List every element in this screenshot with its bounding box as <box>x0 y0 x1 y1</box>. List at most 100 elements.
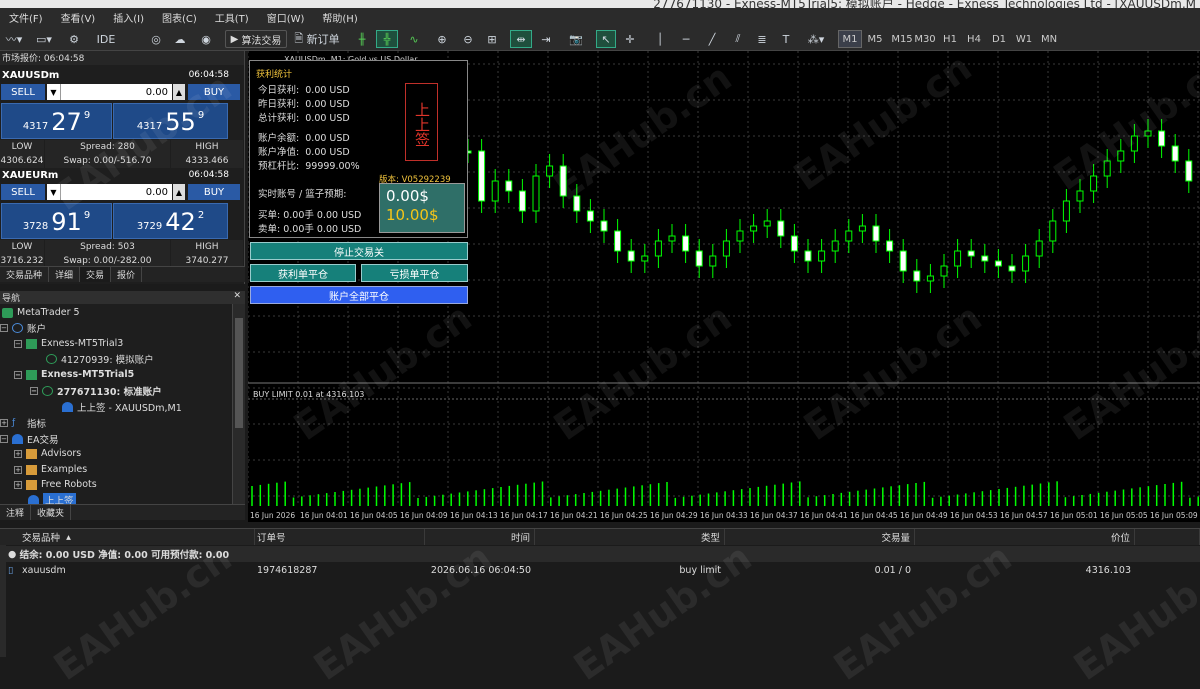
ask-price[interactable]: 4317 55 9 <box>113 103 228 139</box>
close-icon[interactable]: ✕ <box>233 291 241 304</box>
ide-button[interactable]: IDE <box>96 30 116 48</box>
expand-icon[interactable]: + <box>14 449 22 458</box>
zoom-in-icon[interactable]: ⊕ <box>432 30 452 48</box>
new-order-button[interactable]: 🗎 新订单 <box>292 30 342 48</box>
nav-item-shangshangqian[interactable]: 上上签 <box>28 492 76 504</box>
close-all-button[interactable]: 账户全部平仓 <box>250 286 468 304</box>
channel-icon[interactable]: ⫽ <box>728 30 748 48</box>
nav-item-server-trial5[interactable]: − Exness-MT5Trial5 <box>14 367 134 382</box>
menu-tools[interactable]: 工具(T) <box>206 10 258 25</box>
fibonacci-icon[interactable]: ≣ <box>752 30 772 48</box>
expand-icon[interactable]: + <box>0 418 8 427</box>
text-icon[interactable]: T <box>776 30 796 48</box>
trendline-icon[interactable]: ╱ <box>702 30 722 48</box>
tab-favorites[interactable]: 收藏夹 <box>31 505 72 520</box>
nav-item-advisors[interactable]: + Advisors <box>14 446 81 461</box>
nav-item-accounts[interactable]: − 账户 <box>0 320 46 335</box>
tf-h1[interactable]: H1 <box>938 30 962 48</box>
nav-item-ea-instance[interactable]: 上上签 - XAUUSDm,M1 <box>62 399 182 414</box>
table-row[interactable]: ▯ xauusdm 1974618287 2026.06.16 06:04:50… <box>0 562 1200 578</box>
collapse-icon[interactable]: − <box>30 386 38 395</box>
zoom-out-icon[interactable]: ⊖ <box>458 30 478 48</box>
chevron-up-icon[interactable]: ▲ <box>173 84 185 100</box>
bar-chart-icon[interactable]: ╫ <box>352 30 372 48</box>
chevron-up-icon[interactable]: ▲ <box>173 184 185 200</box>
tf-w1[interactable]: W1 <box>1012 30 1036 48</box>
crosshair-icon[interactable]: ✛ <box>620 30 640 48</box>
menu-insert[interactable]: 插入(I) <box>104 10 153 25</box>
gear-icon[interactable]: ⚙ <box>64 30 84 48</box>
close-loss-button[interactable]: 亏损单平仓 <box>361 264 468 282</box>
col-volume[interactable]: 交易量 <box>725 529 915 545</box>
scrollbar-thumb[interactable] <box>235 318 243 428</box>
menu-view[interactable]: 查看(V) <box>52 10 105 25</box>
tf-d1[interactable]: D1 <box>987 30 1011 48</box>
nav-item-examples[interactable]: + Examples <box>14 462 87 477</box>
tab-symbols[interactable]: 交易品种 <box>0 267 50 282</box>
chart-shift-icon[interactable]: ⇥ <box>536 30 556 48</box>
menu-file[interactable]: 文件(F) <box>0 10 52 25</box>
expand-icon[interactable]: + <box>14 480 22 489</box>
col-extra[interactable] <box>1135 529 1200 545</box>
expand-icon[interactable]: + <box>14 465 22 474</box>
menu-charts[interactable]: 图表(C) <box>153 10 206 25</box>
stop-trading-button[interactable]: 停止交易关 <box>250 242 468 260</box>
candlestick-icon[interactable]: ╬ <box>376 30 398 48</box>
tab-comments[interactable]: 注释 <box>0 505 32 520</box>
chevron-down-icon[interactable]: ▼ <box>47 84 61 100</box>
col-time[interactable]: 时间 <box>425 529 535 545</box>
signal-icon[interactable]: ◎ <box>148 30 164 48</box>
cloud-icon[interactable]: ☁ <box>172 30 188 48</box>
nav-item-expert-advisors[interactable]: − EA交易 <box>0 431 59 446</box>
tab-ticks[interactable]: 报价 <box>111 267 143 282</box>
tf-m15[interactable]: M15 <box>890 30 914 48</box>
buy-button[interactable]: BUY <box>188 84 240 100</box>
vertical-line-icon[interactable]: │ <box>650 30 670 48</box>
tf-m1[interactable]: M1 <box>838 30 862 48</box>
line-chart-icon[interactable]: 〰▾ <box>2 30 26 48</box>
collapse-icon[interactable]: − <box>0 323 8 332</box>
shapes-icon[interactable]: ⁂▾ <box>802 30 830 48</box>
nav-item-server-trial3[interactable]: − Exness-MT5Trial3 <box>14 336 123 351</box>
ask-price[interactable]: 3729 42 2 <box>113 203 228 239</box>
col-type[interactable]: 类型 <box>535 529 725 545</box>
tab-details[interactable]: 详细 <box>49 267 81 282</box>
navigator-scrollbar[interactable] <box>232 304 245 504</box>
autoscroll-icon[interactable]: ⇹ <box>510 30 532 48</box>
col-symbol[interactable]: 交易品种 ▴ <box>0 529 255 545</box>
collapse-icon[interactable]: − <box>14 370 22 379</box>
col-order[interactable]: 订单号 <box>255 529 425 545</box>
collapse-icon[interactable]: − <box>14 339 22 348</box>
close-profit-button[interactable]: 获利单平仓 <box>250 264 356 282</box>
collapse-icon[interactable]: − <box>0 434 8 443</box>
grid-icon[interactable]: ⊞ <box>482 30 502 48</box>
lot-input[interactable]: ▼ 0.00 ▲ <box>47 84 185 100</box>
bid-price[interactable]: 4317 27 9 <box>1 103 112 139</box>
lot-input[interactable]: ▼ 0.00 ▲ <box>47 184 185 200</box>
col-price[interactable]: 价位 <box>915 529 1135 545</box>
nav-item-indicators[interactable]: + ƒ 指标 <box>0 415 46 430</box>
horizontal-line-icon[interactable]: ─ <box>676 30 696 48</box>
window-icon[interactable]: ▭▾ <box>32 30 56 48</box>
bid-price[interactable]: 3728 91 9 <box>1 203 112 239</box>
tf-m5[interactable]: M5 <box>863 30 887 48</box>
buy-button[interactable]: BUY <box>188 184 240 200</box>
nav-item-metatrader[interactable]: MetaTrader 5 <box>2 305 80 320</box>
tf-h4[interactable]: H4 <box>962 30 986 48</box>
sell-button[interactable]: SELL <box>1 84 45 100</box>
nav-item-free-robots[interactable]: + Free Robots <box>14 477 97 492</box>
screenshot-icon[interactable]: 📷 <box>566 30 586 48</box>
sell-button[interactable]: SELL <box>1 184 45 200</box>
tf-m30[interactable]: M30 <box>913 30 937 48</box>
line-icon[interactable]: ∿ <box>404 30 424 48</box>
vps-icon[interactable]: ◉ <box>198 30 214 48</box>
tab-trading[interactable]: 交易 <box>80 267 112 282</box>
tf-mn[interactable]: MN <box>1037 30 1061 48</box>
menu-window[interactable]: 窗口(W) <box>258 10 314 25</box>
nav-item-account-277671130[interactable]: − 277671130: 标准账户 <box>30 383 162 398</box>
nav-item-account-41270939[interactable]: 41270939: 模拟账户 <box>46 351 154 366</box>
algo-trading-button[interactable]: ▶ 算法交易 <box>225 30 287 48</box>
menu-help[interactable]: 帮助(H) <box>313 10 366 25</box>
chevron-down-icon[interactable]: ▼ <box>47 184 61 200</box>
cursor-icon[interactable]: ↖ <box>596 30 616 48</box>
